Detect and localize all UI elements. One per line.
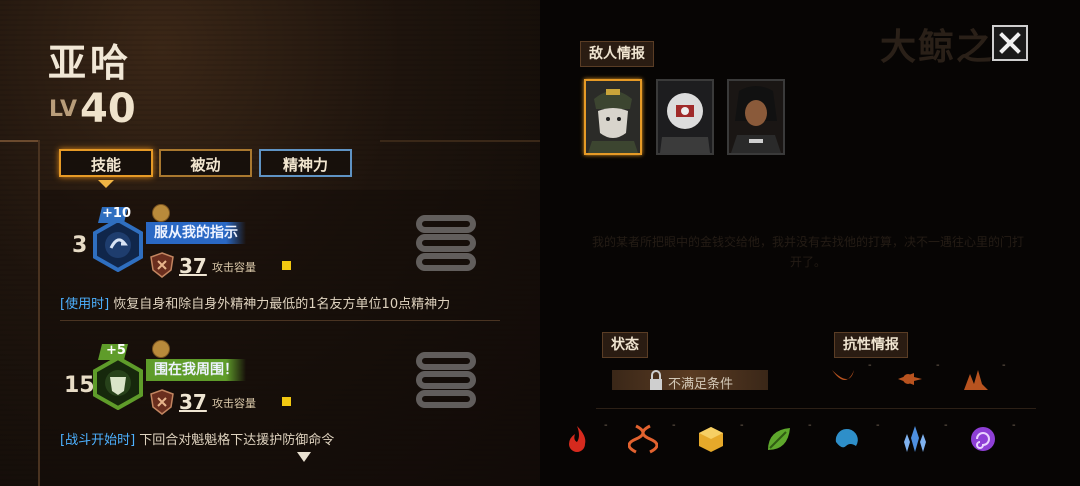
coin-icon xyxy=(152,204,170,222)
enemy-info-label: 敌人情报 xyxy=(580,41,654,67)
resist-value: - xyxy=(1002,360,1006,371)
cube-icon xyxy=(699,427,723,452)
skill-power: 37 xyxy=(179,254,207,278)
close-button[interactable] xyxy=(992,25,1028,61)
level-value: 40 xyxy=(80,86,136,132)
capacity-label: 攻击容量 xyxy=(212,261,256,274)
skill-trigger: [战斗开始时] xyxy=(60,433,136,448)
tab-passive[interactable]: 被动 xyxy=(159,149,252,177)
pierce-resist-icon xyxy=(898,373,922,385)
skill-name: 服从我的指示 xyxy=(146,222,246,244)
element-value: - xyxy=(808,420,812,431)
status-text: 不满足条件 xyxy=(668,377,734,392)
stage-text-ghost: 我的某者所把眼中的金钱交给他，我并没有去找他的打算，决不一遇往心里的门打开了。 xyxy=(591,235,1024,269)
enemy-portrait[interactable] xyxy=(727,79,785,155)
resistance-label: 抗性情报 xyxy=(834,332,908,358)
divider xyxy=(60,320,500,321)
attack-shield-icon xyxy=(150,252,174,278)
stage-title-ghost: 大鲸之 xyxy=(880,27,995,68)
status-label: 状态 xyxy=(602,332,648,358)
enemy-portrait[interactable] xyxy=(656,79,714,155)
capacity-marker xyxy=(282,397,291,406)
frame-divider xyxy=(0,140,40,142)
element-value: - xyxy=(672,420,676,431)
level-label: LV xyxy=(49,97,78,122)
skill-name: 围在我周围！ xyxy=(146,359,246,381)
tab-spirit[interactable]: 精神力 xyxy=(259,149,352,177)
divider xyxy=(596,408,1036,409)
wave-icon xyxy=(835,428,858,448)
blunt-resist-icon xyxy=(964,370,988,390)
element-value: - xyxy=(876,420,880,431)
resist-value: - xyxy=(868,360,872,371)
frame-divider xyxy=(380,140,540,142)
tab-skill[interactable]: 技能 xyxy=(59,149,153,177)
capacity-marker xyxy=(282,261,291,270)
element-value: - xyxy=(740,420,744,431)
coin-icon xyxy=(152,340,170,358)
enemy-avatar xyxy=(729,81,783,153)
attack-shield-icon xyxy=(150,389,174,415)
capacity-label: 攻击容量 xyxy=(212,397,256,410)
skill-description: [使用时] 恢复自身和除自身外精神力最低的1名友方单位10点精神力 xyxy=(60,293,450,312)
fire-icon xyxy=(569,426,586,452)
hero-name: 亚哈 xyxy=(48,41,133,85)
close-icon xyxy=(999,32,1021,54)
lock-icon xyxy=(650,370,662,390)
skill-effect: 下回合对魁魁格下达援护防御命令 xyxy=(135,433,335,448)
element-value: - xyxy=(944,420,948,431)
skill-power: 37 xyxy=(179,390,207,414)
coin-stack-icon xyxy=(416,352,476,408)
slash-resist-icon xyxy=(832,370,854,380)
dna-icon xyxy=(628,424,658,454)
skill-gem-icon xyxy=(93,356,143,410)
element-value: - xyxy=(604,420,608,431)
skill-description: [战斗开始时] 下回合对魁魁格下达援护防御命令 xyxy=(60,429,334,448)
skill-bonus: +5 xyxy=(106,343,126,358)
skill-gem-icon xyxy=(93,218,143,272)
resist-value: - xyxy=(936,360,940,371)
skill-bonus: +10 xyxy=(102,206,131,221)
selected-tab-pointer xyxy=(98,180,114,188)
coin-stack-icon xyxy=(416,215,476,271)
skill-effect: 恢复自身和除自身外精神力最低的1名友方单位10点精神力 xyxy=(109,297,451,312)
spiral-icon xyxy=(971,427,995,451)
enemy-avatar xyxy=(586,81,640,153)
enemy-avatar xyxy=(658,81,712,153)
skill-trigger: [使用时] xyxy=(60,297,110,312)
crystal-icon xyxy=(904,426,926,452)
leaf-icon xyxy=(768,428,790,450)
element-value: - xyxy=(1012,420,1016,431)
skill-cost: 3 xyxy=(72,233,88,258)
scroll-down-arrow-icon[interactable] xyxy=(297,452,311,462)
enemy-portrait[interactable] xyxy=(584,79,642,155)
